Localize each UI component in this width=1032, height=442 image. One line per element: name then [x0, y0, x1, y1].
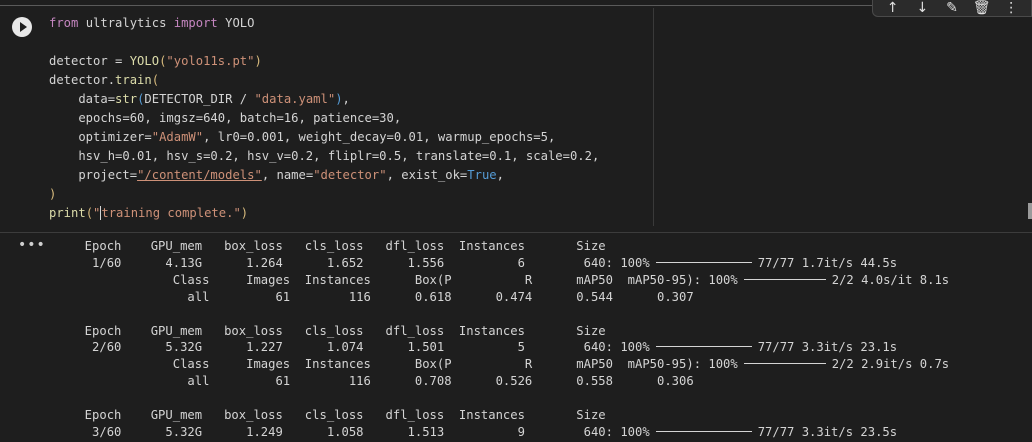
more-icon[interactable]: ⋮	[1001, 1, 1021, 15]
code-line-6: epochs=60, imgsz=640, batch=16, patience…	[49, 111, 402, 125]
progress-bar	[655, 261, 752, 263]
progress-bar	[743, 363, 826, 365]
arrow-up-icon[interactable]: ↑	[883, 1, 903, 15]
run-cell-button[interactable]	[12, 17, 32, 37]
cell-output: Epoch GPU_mem box_loss cls_loss dfl_loss…	[48, 238, 1032, 441]
output-line: Epoch GPU_mem box_loss cls_loss dfl_loss…	[48, 239, 606, 253]
code-line-1: from ultralytics import YOLO	[49, 16, 255, 30]
code-line-9: project="/content/models", name="detecto…	[49, 168, 504, 182]
output-line: Class Images Instances Box(P R mAP50 mAP…	[48, 357, 950, 372]
output-line: Epoch GPU_mem box_loss cls_loss dfl_loss…	[48, 408, 606, 423]
output-line: 1/60 4.13G 1.264 1.652 1.556 6 640: 100%…	[48, 255, 898, 270]
code-editor[interactable]: from ultralytics import YOLO detector = …	[49, 14, 649, 223]
output-line: 2/60 5.32G 1.227 1.074 1.501 5 640: 100%…	[48, 340, 898, 355]
output-options-icon[interactable]: •••	[18, 237, 46, 253]
code-line-8: hsv_h=0.01, hsv_s=0.2, hsv_v=0.2, fliplr…	[49, 149, 600, 163]
progress-bar	[655, 346, 752, 348]
code-line-5: data=str(DETECTOR_DIR / "data.yaml"),	[49, 92, 350, 106]
output-line: Epoch GPU_mem box_loss cls_loss dfl_loss…	[48, 323, 606, 338]
output-line: 3/60 5.32G 1.249 1.058 1.513 9 640: 100%…	[48, 424, 898, 439]
delete-icon[interactable]: 🗑	[972, 1, 992, 15]
edit-icon[interactable]: ✎	[942, 1, 962, 15]
play-icon	[19, 22, 27, 32]
code-line-4: detector.train(	[49, 73, 160, 87]
progress-bar	[655, 430, 752, 432]
scrollbar-thumb[interactable]	[1028, 203, 1032, 219]
code-line-7: optimizer="AdamW", lr0=0.001, weight_dec…	[49, 130, 556, 144]
code-line-10: )	[49, 187, 57, 201]
code-ruler	[653, 8, 654, 226]
code-line-3: detector = YOLO("yolo11s.pt")	[49, 54, 262, 68]
output-line: all 61 116 0.708 0.526 0.558 0.306	[48, 374, 694, 389]
arrow-down-icon[interactable]: ↓	[912, 1, 932, 15]
code-line-11: print("training complete.")	[49, 206, 249, 220]
progress-bar	[743, 278, 826, 280]
cell-toolbar: ↑ ↓ ✎ 🗑 ⋮	[872, 0, 1032, 17]
output-line: all 61 116 0.618 0.474 0.544 0.307	[48, 289, 694, 304]
output-divider	[0, 232, 1032, 233]
output-line: Class Images Instances Box(P R mAP50 mAP…	[48, 272, 950, 287]
